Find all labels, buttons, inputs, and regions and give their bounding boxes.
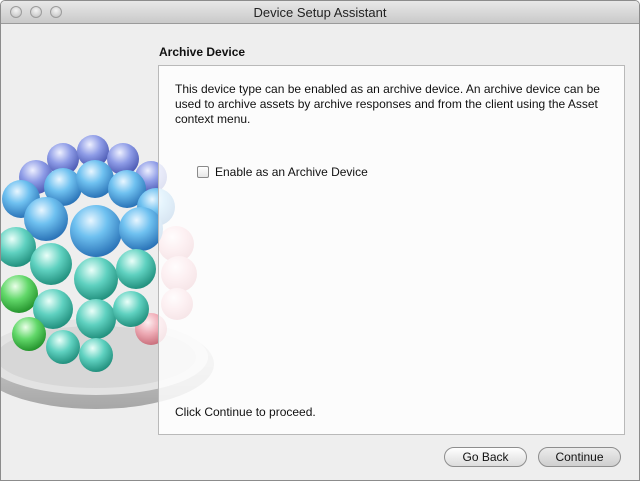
enable-archive-checkbox[interactable] (197, 166, 209, 178)
window-title: Device Setup Assistant (253, 5, 387, 20)
setup-assistant-window: Device Setup Assistant Archive Device Th… (0, 0, 640, 481)
setup-panel: This device type can be enabled as an ar… (158, 65, 625, 435)
go-back-button[interactable]: Go Back (444, 447, 527, 467)
enable-archive-label[interactable]: Enable as an Archive Device (215, 165, 368, 179)
archive-device-option[interactable]: Enable as an Archive Device (197, 165, 368, 179)
assistant-content: Archive Device This device type can be e… (1, 24, 639, 480)
continue-button[interactable]: Continue (538, 447, 621, 467)
section-title: Archive Device (159, 45, 246, 59)
proceed-instruction: Click Continue to proceed. (175, 405, 316, 419)
title-bar[interactable]: Device Setup Assistant (1, 1, 639, 24)
panel-description: This device type can be enabled as an ar… (175, 82, 600, 126)
